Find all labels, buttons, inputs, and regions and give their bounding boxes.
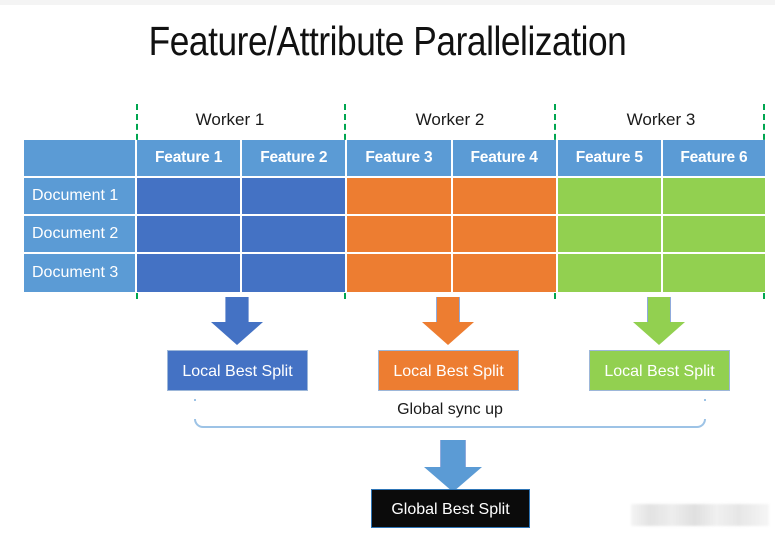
worker-label-3: Worker 3 [626, 110, 696, 129]
cell-d3-f3 [347, 254, 453, 292]
top-edge-strip [0, 0, 775, 5]
arrow-global-down [424, 440, 482, 492]
arrow-stem [225, 297, 249, 323]
cell-d3-f4 [452, 254, 558, 292]
arrow-stem [436, 297, 460, 323]
cell-d1-f2 [242, 178, 348, 216]
local-best-split-box-worker-3[interactable]: Local Best Split [589, 350, 730, 391]
header-feature-1: Feature 1 [137, 140, 243, 178]
cell-d3-f1 [137, 254, 243, 292]
cell-d3-f5 [557, 254, 663, 292]
worker-label-2: Worker 2 [415, 110, 485, 129]
cell-d1-f5 [557, 178, 663, 216]
matrix-corner-cell [24, 140, 137, 178]
local-best-split-box-worker-2[interactable]: Local Best Split [378, 350, 519, 391]
header-feature-4: Feature 4 [452, 140, 558, 178]
header-feature-6: Feature 6 [662, 140, 765, 178]
header-feature-5: Feature 5 [557, 140, 663, 178]
arrow-worker-1-down [211, 297, 263, 345]
arrow-stem [647, 297, 671, 323]
header-feature-3: Feature 3 [347, 140, 453, 178]
worker-label-1: Worker 1 [195, 110, 265, 129]
arrow-head-icon [633, 322, 685, 345]
table-row: Document 2 [24, 216, 765, 254]
cell-d1-f6 [662, 178, 765, 216]
cell-d2-f6 [662, 216, 765, 254]
local-best-split-box-worker-1[interactable]: Local Best Split [167, 350, 308, 391]
cell-d1-f1 [137, 178, 243, 216]
cell-d2-f5 [557, 216, 663, 254]
global-best-split-box[interactable]: Global Best Split [371, 489, 530, 528]
cell-d2-f4 [452, 216, 558, 254]
cell-d3-f6 [662, 254, 765, 292]
cell-d1-f4 [452, 178, 558, 216]
feature-document-matrix: Feature 1 Feature 2 Feature 3 Feature 4 … [24, 140, 765, 292]
arrow-worker-3-down [633, 297, 685, 345]
row-label-document-2: Document 2 [24, 216, 137, 254]
cell-d2-f2 [242, 216, 348, 254]
row-label-document-3: Document 3 [24, 254, 137, 292]
page-title: Feature/Attribute Parallelization [148, 18, 627, 64]
cell-d1-f3 [347, 178, 453, 216]
cell-d3-f2 [242, 254, 348, 292]
arrow-worker-2-down [422, 297, 474, 345]
cell-d2-f3 [347, 216, 453, 254]
table-header-row: Feature 1 Feature 2 Feature 3 Feature 4 … [24, 140, 765, 178]
slide-canvas: Feature/Attribute Parallelization Worker… [0, 0, 775, 533]
header-feature-2: Feature 2 [242, 140, 348, 178]
watermark [631, 504, 769, 526]
table-row: Document 3 [24, 254, 765, 292]
table-row: Document 1 [24, 178, 765, 216]
arrow-head-icon [422, 322, 474, 345]
row-label-document-1: Document 1 [24, 178, 137, 216]
arrow-head-icon [211, 322, 263, 345]
global-sync-label: Global sync up [194, 401, 706, 419]
cell-d2-f1 [137, 216, 243, 254]
arrow-stem [440, 440, 466, 468]
